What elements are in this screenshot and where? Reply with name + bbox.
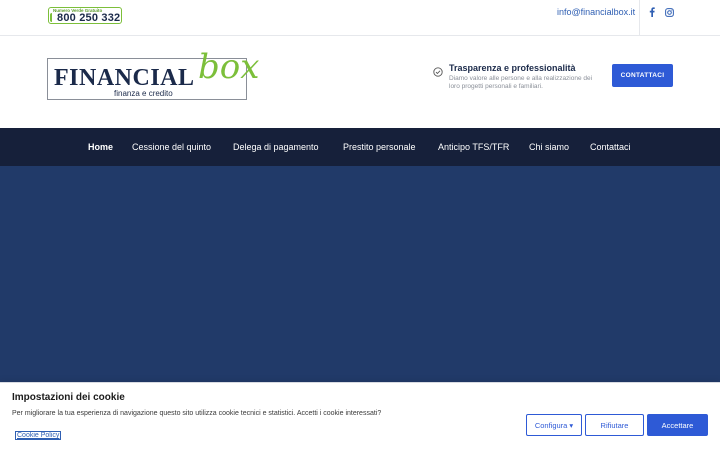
trust-title: Trasparenza e professionalità xyxy=(449,63,576,73)
check-circle-icon xyxy=(433,64,443,77)
nav-item-delega-di-pagamento[interactable]: Delega di pagamento xyxy=(233,142,319,152)
cookie-description: Per migliorare la tua esperienza di navi… xyxy=(12,410,382,417)
logo-wordmark: FINANCIAL xyxy=(54,65,195,91)
financialbox-logo[interactable]: FINANCIAL box finanza e credito xyxy=(47,47,259,100)
cookie-title: Impostazioni dei cookie xyxy=(12,392,125,403)
nav-item-contattaci[interactable]: Contattaci xyxy=(590,142,631,152)
phone-handset-icon xyxy=(50,13,56,22)
divider xyxy=(639,0,640,36)
configure-button[interactable]: Configura ▾ xyxy=(526,414,582,436)
nav-item-prestito-personale[interactable]: Prestito personale xyxy=(343,142,416,152)
hero-banner xyxy=(0,166,720,382)
main-navigation: Home Cessione del quinto Delega di pagam… xyxy=(0,128,720,166)
instagram-icon[interactable] xyxy=(663,6,675,18)
nav-item-home[interactable]: Home xyxy=(88,142,113,152)
top-bar: Numero Verde Gratuito 800 250 332 info@f… xyxy=(0,0,720,36)
nav-item-cessione-del-quinto[interactable]: Cessione del quinto xyxy=(132,142,211,152)
nav-item-anticipo-tfs-tfr[interactable]: Anticipo TFS/TFR xyxy=(438,142,509,152)
cookie-policy-link[interactable]: Cookie Policy xyxy=(15,431,62,440)
contact-button[interactable]: CONTATTACI xyxy=(612,64,673,87)
nav-item-chi-siamo[interactable]: Chi siamo xyxy=(529,142,569,152)
reject-button[interactable]: Rifiutare xyxy=(585,414,644,436)
email-link[interactable]: info@financialbox.it xyxy=(557,7,635,17)
cookie-banner: Impostazioni dei cookie Per migliorare l… xyxy=(0,382,720,450)
phone-number: 800 250 332 xyxy=(57,12,121,24)
toll-free-phone-badge[interactable]: Numero Verde Gratuito 800 250 332 xyxy=(48,7,122,24)
accept-button[interactable]: Accettare xyxy=(647,414,708,436)
facebook-icon[interactable] xyxy=(646,6,658,18)
site-header: FINANCIAL box finanza e credito Traspare… xyxy=(0,36,720,128)
logo-box-script: box xyxy=(198,47,260,87)
trust-description: Diamo valore alle persone e alla realizz… xyxy=(449,75,593,90)
logo-tagline: finanza e credito xyxy=(114,89,173,98)
